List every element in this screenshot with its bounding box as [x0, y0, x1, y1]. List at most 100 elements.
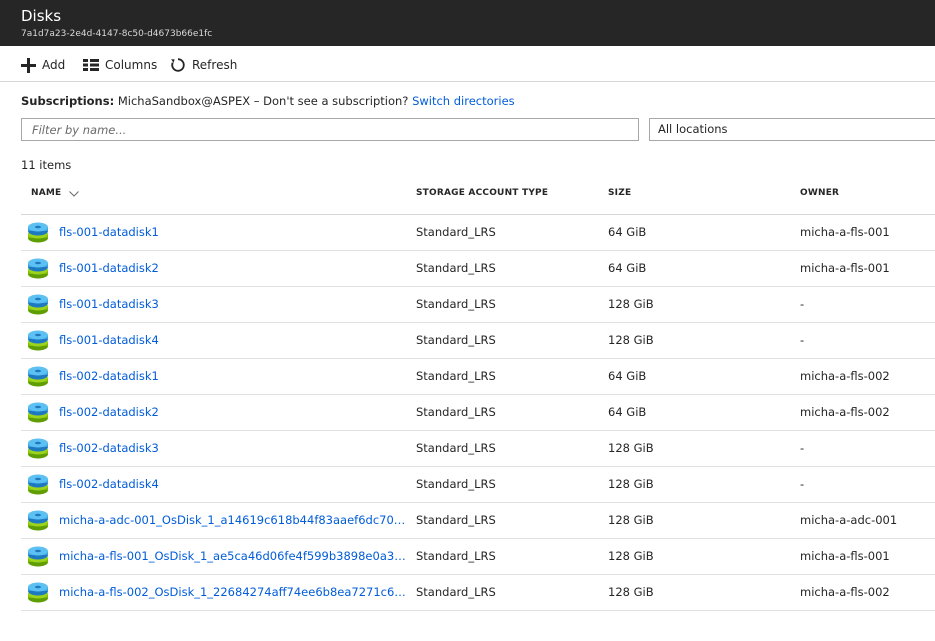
table-row[interactable]: fls-002-datadisk1 Standard_LRS 64 GiB mi… — [21, 359, 935, 395]
refresh-button[interactable]: Refresh — [170, 55, 237, 75]
disk-name-link[interactable]: fls-001-datadisk1 — [59, 215, 159, 250]
page-title: Disks — [21, 7, 62, 25]
storage-type-cell: Standard_LRS — [416, 549, 496, 563]
disk-name-cell: fls-002-datadisk3 — [27, 431, 411, 466]
disk-icon — [28, 546, 48, 566]
add-label: Add — [42, 58, 66, 72]
disk-icon — [28, 474, 48, 494]
size-cell: 128 GiB — [608, 585, 654, 599]
table-header: NAME STORAGE ACCOUNT TYPE SIZE OWNER — [21, 176, 935, 215]
disks-table-body: fls-001-datadisk1 Standard_LRS 64 GiB mi… — [21, 215, 935, 611]
owner-cell: - — [800, 477, 805, 491]
table-row[interactable]: fls-001-datadisk1 Standard_LRS 64 GiB mi… — [21, 215, 935, 251]
disk-name-link[interactable]: micha-a-adc-001_OsDisk_1_a14619c618b44f8… — [59, 503, 411, 538]
size-cell: 128 GiB — [608, 549, 654, 563]
disk-name-cell: fls-001-datadisk1 — [27, 215, 411, 250]
subscriptions-label: Subscriptions: — [21, 94, 115, 108]
disk-icon — [28, 366, 48, 386]
disk-icon — [28, 510, 48, 530]
filter-by-name-input[interactable] — [21, 118, 639, 141]
storage-type-cell: Standard_LRS — [416, 369, 496, 383]
disk-icon — [28, 438, 48, 458]
table-row[interactable]: micha-a-fls-001_OsDisk_1_ae5ca46d06fe4f5… — [21, 539, 935, 575]
column-header-owner[interactable]: OWNER — [800, 188, 839, 199]
toolbar: Add Columns Refresh — [0, 46, 935, 82]
size-cell: 64 GiB — [608, 369, 647, 383]
size-cell: 128 GiB — [608, 297, 654, 311]
refresh-label: Refresh — [192, 58, 238, 72]
disk-icon — [28, 582, 48, 602]
disk-name-link[interactable]: fls-002-datadisk1 — [59, 359, 159, 394]
subscriptions-bar: Subscriptions: MichaSandbox@ASPEX – Don'… — [21, 94, 515, 108]
table-row[interactable]: fls-001-datadisk4 Standard_LRS 128 GiB - — [21, 323, 935, 359]
disk-name-cell: fls-002-datadisk1 — [27, 359, 411, 394]
owner-cell: micha-a-fls-002 — [800, 369, 890, 383]
disk-icon — [28, 222, 48, 242]
columns-button[interactable]: Columns — [83, 55, 157, 75]
disk-name-cell: micha-a-fls-002_OsDisk_1_22684274aff74ee… — [27, 575, 411, 610]
columns-icon — [83, 59, 99, 71]
column-header-size[interactable]: SIZE — [608, 188, 631, 199]
disk-icon — [28, 330, 48, 350]
owner-cell: micha-a-fls-002 — [800, 405, 890, 419]
storage-type-cell: Standard_LRS — [416, 513, 496, 527]
disk-name-link[interactable]: fls-002-datadisk3 — [59, 431, 159, 466]
disk-name-cell: fls-001-datadisk3 — [27, 287, 411, 322]
disk-name-link[interactable]: fls-001-datadisk4 — [59, 323, 159, 358]
size-cell: 128 GiB — [608, 333, 654, 347]
table-row[interactable]: micha-a-fls-002_OsDisk_1_22684274aff74ee… — [21, 575, 935, 611]
storage-type-cell: Standard_LRS — [416, 225, 496, 239]
disk-icon — [28, 258, 48, 278]
item-count: 11 items — [21, 158, 72, 172]
disk-icon — [28, 402, 48, 422]
refresh-icon — [170, 57, 186, 73]
locations-dropdown[interactable]: All locations — [649, 118, 935, 141]
table-row[interactable]: micha-a-adc-001_OsDisk_1_a14619c618b44f8… — [21, 503, 935, 539]
disk-name-link[interactable]: fls-002-datadisk4 — [59, 467, 159, 502]
table-row[interactable]: fls-002-datadisk3 Standard_LRS 128 GiB - — [21, 431, 935, 467]
owner-cell: - — [800, 297, 805, 311]
owner-cell: - — [800, 333, 805, 347]
table-row[interactable]: fls-001-datadisk2 Standard_LRS 64 GiB mi… — [21, 251, 935, 287]
size-cell: 64 GiB — [608, 405, 647, 419]
owner-cell: micha-a-fls-001 — [800, 549, 890, 563]
subscription-id: 7a1d7a23-2e4d-4147-8c50-d4673b66e1fc — [21, 29, 213, 39]
size-cell: 64 GiB — [608, 261, 647, 275]
size-cell: 128 GiB — [608, 477, 654, 491]
disk-name-link[interactable]: micha-a-fls-001_OsDisk_1_ae5ca46d06fe4f5… — [59, 539, 411, 574]
subscriptions-value: MichaSandbox@ASPEX – Don't see a subscri… — [117, 94, 409, 108]
size-cell: 128 GiB — [608, 513, 654, 527]
storage-type-cell: Standard_LRS — [416, 297, 496, 311]
table-row[interactable]: fls-002-datadisk4 Standard_LRS 128 GiB - — [21, 467, 935, 503]
storage-type-cell: Standard_LRS — [416, 477, 496, 491]
plus-icon — [21, 57, 36, 73]
columns-label: Columns — [105, 58, 158, 72]
switch-directories-link[interactable]: Switch directories — [412, 94, 515, 108]
disk-name-link[interactable]: fls-002-datadisk2 — [59, 395, 159, 430]
disk-name-cell: fls-001-datadisk4 — [27, 323, 411, 358]
size-cell: 64 GiB — [608, 225, 647, 239]
disk-name-cell: fls-002-datadisk2 — [27, 395, 411, 430]
column-header-storage-type[interactable]: STORAGE ACCOUNT TYPE — [416, 188, 548, 199]
owner-cell: micha-a-fls-001 — [800, 225, 890, 239]
disk-name-link[interactable]: fls-001-datadisk2 — [59, 251, 159, 286]
table-row[interactable]: fls-001-datadisk3 Standard_LRS 128 GiB - — [21, 287, 935, 323]
column-header-name-label: NAME — [31, 188, 62, 198]
disk-name-cell: micha-a-adc-001_OsDisk_1_a14619c618b44f8… — [27, 503, 411, 538]
disk-name-cell: micha-a-fls-001_OsDisk_1_ae5ca46d06fe4f5… — [27, 539, 411, 574]
chevron-down-icon — [69, 190, 80, 197]
table-row[interactable]: fls-002-datadisk2 Standard_LRS 64 GiB mi… — [21, 395, 935, 431]
disk-name-link[interactable]: micha-a-fls-002_OsDisk_1_22684274aff74ee… — [59, 575, 411, 610]
storage-type-cell: Standard_LRS — [416, 585, 496, 599]
column-header-name[interactable]: NAME — [31, 188, 80, 199]
owner-cell: - — [800, 441, 805, 455]
disk-name-cell: fls-001-datadisk2 — [27, 251, 411, 286]
owner-cell: micha-a-fls-002 — [800, 585, 890, 599]
add-button[interactable]: Add — [21, 55, 65, 75]
storage-type-cell: Standard_LRS — [416, 441, 496, 455]
storage-type-cell: Standard_LRS — [416, 261, 496, 275]
blade-header: Disks 7a1d7a23-2e4d-4147-8c50-d4673b66e1… — [0, 0, 935, 46]
owner-cell: micha-a-adc-001 — [800, 513, 898, 527]
disk-name-link[interactable]: fls-001-datadisk3 — [59, 287, 159, 322]
owner-cell: micha-a-fls-001 — [800, 261, 890, 275]
